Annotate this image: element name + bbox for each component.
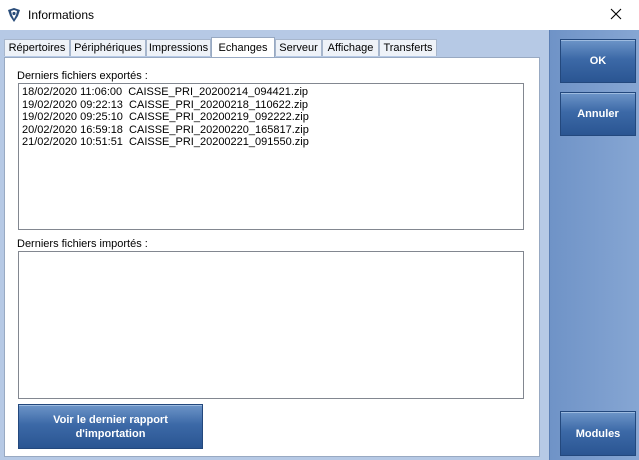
- app-logo-icon: [6, 7, 22, 23]
- list-item[interactable]: 18/02/2020 11:06:00 CAISSE_PRI_20200214_…: [22, 86, 520, 99]
- ok-button[interactable]: OK: [560, 39, 636, 83]
- view-import-report-button[interactable]: Voir le dernier rapport d'importation: [18, 404, 203, 449]
- action-sidebar: OK Annuler Modules: [549, 30, 639, 460]
- tab-peripheriques[interactable]: Périphériques: [70, 39, 146, 56]
- modules-button[interactable]: Modules: [560, 411, 636, 456]
- imports-list[interactable]: [18, 251, 524, 399]
- title-bar: Informations: [0, 0, 639, 30]
- list-item[interactable]: 19/02/2020 09:25:10 CAISSE_PRI_20200219_…: [22, 111, 520, 124]
- tab-transferts[interactable]: Transferts: [379, 39, 437, 56]
- tab-impressions[interactable]: Impressions: [146, 39, 211, 56]
- dialog-body: Répertoires Périphériques Impressions Ec…: [0, 30, 639, 460]
- list-item[interactable]: 21/02/2020 10:51:51 CAISSE_PRI_20200221_…: [22, 136, 520, 149]
- echanges-panel: Derniers fichiers exportés : 18/02/2020 …: [4, 57, 540, 457]
- report-button-line2: d'importation: [75, 427, 146, 440]
- cancel-button[interactable]: Annuler: [560, 92, 636, 136]
- tab-repertoires[interactable]: Répertoires: [4, 39, 70, 56]
- list-item[interactable]: 20/02/2020 16:59:18 CAISSE_PRI_20200220_…: [22, 124, 520, 137]
- report-button-line1: Voir le dernier rapport: [53, 413, 168, 426]
- tab-serveur[interactable]: Serveur: [275, 39, 322, 56]
- tab-echanges[interactable]: Echanges: [211, 37, 275, 57]
- close-icon: [610, 8, 622, 23]
- exports-list[interactable]: 18/02/2020 11:06:00 CAISSE_PRI_20200214_…: [18, 83, 524, 230]
- exports-label: Derniers fichiers exportés :: [17, 70, 148, 82]
- window-title: Informations: [28, 8, 95, 22]
- tab-affichage[interactable]: Affichage: [322, 39, 379, 56]
- list-item[interactable]: 19/02/2020 09:22:13 CAISSE_PRI_20200218_…: [22, 99, 520, 112]
- imports-label: Derniers fichiers importés :: [17, 238, 148, 250]
- close-button[interactable]: [593, 0, 639, 30]
